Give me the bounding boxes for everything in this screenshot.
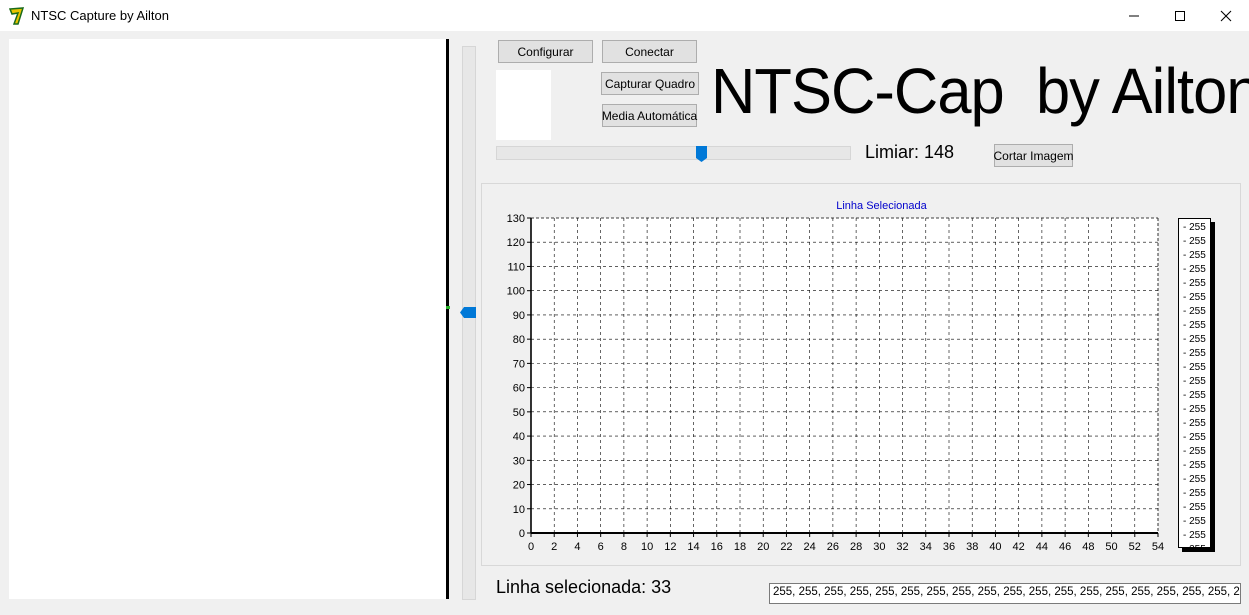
chart-x-tick-label: 22 xyxy=(780,541,792,553)
chart-y-tick-label: 20 xyxy=(513,480,525,492)
values-list-item[interactable]: - 255 xyxy=(1183,361,1206,375)
values-list-item[interactable]: - 255 xyxy=(1183,375,1206,389)
minimize-icon xyxy=(1129,15,1139,16)
configurar-button[interactable]: Configurar xyxy=(498,40,593,63)
chart-x-tick-label: 50 xyxy=(1105,541,1117,553)
chart-x-tick-label: 24 xyxy=(804,541,816,553)
chart-x-tick-label: 42 xyxy=(1013,541,1025,553)
chart-x-tick-label: 54 xyxy=(1152,541,1164,553)
maximize-icon xyxy=(1175,10,1185,21)
threshold-slider-thumb[interactable] xyxy=(695,146,707,162)
close-icon xyxy=(1220,10,1232,21)
chart-x-tick-label: 32 xyxy=(896,541,908,553)
chart-y-tick-label: 60 xyxy=(513,383,525,395)
chart-x-tick-label: 20 xyxy=(757,541,769,553)
values-list-item[interactable]: - 255 xyxy=(1183,347,1206,361)
values-list-item[interactable]: - 255 xyxy=(1183,249,1206,263)
chart-y-tick-label: 120 xyxy=(507,237,525,249)
selected-line-label: Linha selecionada: 33 xyxy=(496,577,672,597)
chart-x-tick-label: 6 xyxy=(598,541,604,553)
chart-y-tick-label: 130 xyxy=(507,213,525,225)
chart-x-tick-label: 34 xyxy=(920,541,932,553)
panel-divider xyxy=(446,39,449,599)
chart-y-tick-label: 100 xyxy=(507,286,525,298)
values-list-item[interactable]: - 255 xyxy=(1183,417,1206,431)
chart-x-tick-label: 38 xyxy=(966,541,978,553)
values-list-item[interactable]: - 255 xyxy=(1183,333,1206,347)
threshold-slider-track[interactable] xyxy=(496,146,851,160)
values-list-item[interactable]: - 255 xyxy=(1183,487,1206,501)
line-values-field[interactable]: 255, 255, 255, 255, 255, 255, 255, 255, … xyxy=(769,583,1241,604)
chart-plot-area xyxy=(531,218,1158,533)
threshold-label: Limiar: 148 xyxy=(865,142,955,162)
chart-x-tick-label: 44 xyxy=(1036,541,1048,553)
chart-y-tick-label: 50 xyxy=(513,407,525,419)
chart-y-tick-label: 90 xyxy=(513,310,525,322)
chart-x-tick-label: 8 xyxy=(621,541,627,553)
values-list-item[interactable]: - 255 xyxy=(1183,305,1206,319)
app-icon xyxy=(8,7,25,25)
cortar-imagem-button[interactable]: Cortar Imagem xyxy=(993,144,1074,167)
values-list-item[interactable]: - 255 xyxy=(1183,473,1206,487)
capturar-quadro-button[interactable]: Capturar Quadro xyxy=(601,72,699,95)
values-list-item[interactable]: - 255 xyxy=(1183,403,1206,417)
chart-x-tick-label: 52 xyxy=(1129,541,1141,553)
line-chart: 0 2 4 6 8 10 12 14 16 18 20 22 24 26 28 30 32 34 36 38 40 42 4… xyxy=(507,200,1164,553)
chart-y-tick-label: 70 xyxy=(513,358,525,370)
values-list-item[interactable]: - 255 xyxy=(1183,543,1206,557)
chart-x-tick-label: 48 xyxy=(1082,541,1094,553)
values-list-shadow xyxy=(1211,222,1215,552)
minimize-button[interactable] xyxy=(1111,0,1157,31)
chart-y-tick-label: 30 xyxy=(513,455,525,467)
chart-y-tick-label: 40 xyxy=(513,431,525,443)
values-list-item[interactable]: - 255 xyxy=(1183,221,1206,235)
values-list-item[interactable]: - 255 xyxy=(1183,389,1206,403)
chart-x-tick-label: 46 xyxy=(1059,541,1071,553)
values-list-item[interactable]: - 255 xyxy=(1183,459,1206,473)
title-bar: NTSC Capture by Ailton xyxy=(0,0,1249,31)
chart-x-tick-label: 28 xyxy=(850,541,862,553)
media-automatica-button[interactable]: Media Automática xyxy=(602,104,697,127)
values-list-item[interactable]: - 255 xyxy=(1183,291,1206,305)
chart-x-tick-label: 14 xyxy=(687,541,699,553)
chart-x-tick-label: 18 xyxy=(734,541,746,553)
values-list-item[interactable]: - 255 xyxy=(1183,515,1206,529)
chart-x-tick-label: 16 xyxy=(711,541,723,553)
values-list-item[interactable]: - 255 xyxy=(1183,263,1206,277)
chart-y-tick-label: 80 xyxy=(513,334,525,346)
maximize-button[interactable] xyxy=(1157,0,1203,31)
chart-y-tick-label: 10 xyxy=(513,504,525,516)
values-list-item[interactable]: - 255 xyxy=(1183,235,1206,249)
values-list-item[interactable]: - 255 xyxy=(1183,501,1206,515)
video-capture-panel xyxy=(9,39,447,599)
conectar-button[interactable]: Conectar xyxy=(602,40,697,63)
chart-x-tick-label: 40 xyxy=(989,541,1001,553)
values-list-item[interactable]: - 255 xyxy=(1183,431,1206,445)
line-selector-track[interactable] xyxy=(462,46,476,600)
app-banner-title: NTSC-Cap by Ailton xyxy=(711,55,1249,127)
chart-title: Linha Selecionada xyxy=(836,200,927,212)
line-selector-thumb[interactable] xyxy=(460,306,476,318)
chart-x-tick-label: 10 xyxy=(641,541,653,553)
values-list-item[interactable]: - 255 xyxy=(1183,529,1206,543)
chart-x-tick-label: 2 xyxy=(551,541,557,553)
chart-x-tick-label: 4 xyxy=(574,541,580,553)
values-list-item[interactable]: - 255 xyxy=(1183,277,1206,291)
close-button[interactable] xyxy=(1203,0,1249,31)
chart-y-tick-label: 0 xyxy=(519,528,525,540)
chart-y-tick-label: 110 xyxy=(507,261,525,273)
chart-x-tick-label: 26 xyxy=(827,541,839,553)
values-list-item[interactable]: - 255 xyxy=(1183,319,1206,333)
chart-x-tick-label: 0 xyxy=(528,541,534,553)
selected-line-marker xyxy=(446,306,450,309)
values-list-item[interactable]: - 255 xyxy=(1183,445,1206,459)
window-title: NTSC Capture by Ailton xyxy=(31,8,170,23)
preview-image xyxy=(496,70,551,140)
chart-x-tick-label: 36 xyxy=(943,541,955,553)
chart-x-tick-label: 30 xyxy=(873,541,885,553)
chart-x-tick-label: 12 xyxy=(664,541,676,553)
